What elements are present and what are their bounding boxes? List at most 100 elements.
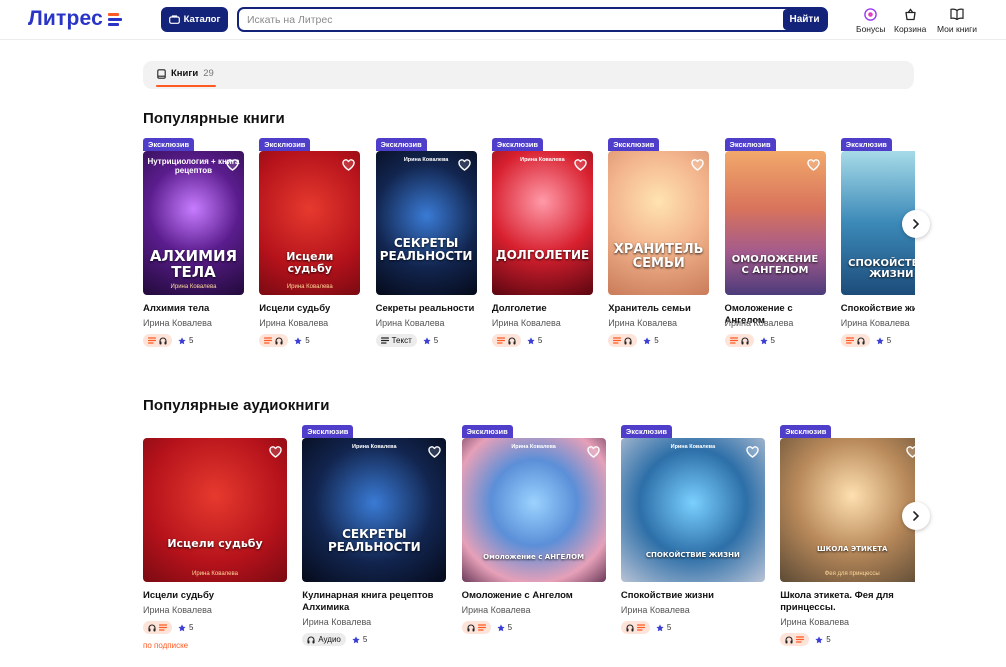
book-cover[interactable]: ОМОЛОЖЕНИЕ С АНГЕЛОМ: [724, 151, 826, 295]
book-author[interactable]: Ирина Ковалева: [302, 617, 371, 627]
star-icon: [178, 623, 186, 631]
book-badges: 5: [143, 334, 193, 347]
book-title[interactable]: Секреты реальности: [376, 303, 487, 315]
book-title[interactable]: Исцели судьбу: [143, 590, 297, 602]
book-cover[interactable]: Ирина Ковалева СПОКОЙСТВИЕ ЖИЗНИ: [620, 438, 765, 582]
book-title[interactable]: Исцели судьбу: [259, 303, 370, 315]
rating-value: 5: [189, 623, 194, 632]
format-badge: [259, 334, 289, 347]
book-title[interactable]: Хранитель семьи: [608, 303, 719, 315]
search-input[interactable]: [239, 9, 785, 30]
book-card[interactable]: Эксклюзив Ирина Ковалева СЕКРЕТЫ РЕАЛЬНОСТ…: [375, 138, 477, 366]
book-author[interactable]: Ирина Ковалева: [608, 318, 677, 328]
heart-icon: [458, 159, 471, 171]
carousel-next-button[interactable]: [902, 210, 930, 238]
book-cover[interactable]: Исцели судьбу Ирина Ковалева: [259, 151, 361, 295]
star-icon: [294, 336, 302, 344]
book-title[interactable]: Спокойствие жизни: [841, 303, 915, 315]
favorite-button[interactable]: [341, 158, 355, 172]
tab-books[interactable]: Книги 29: [157, 68, 214, 79]
book-author[interactable]: Ирина Ковалева: [725, 318, 794, 328]
book-cover[interactable]: Ирина Ковалева СЕКРЕТЫ РЕАЛЬНОСТИ: [302, 438, 447, 582]
book-card[interactable]: Эксклюзив ОМОЛОЖЕНИЕ С АНГЕЛОМ Омоложение …: [724, 138, 826, 366]
book-author[interactable]: Ирина Ковалева: [143, 318, 212, 328]
book-cover[interactable]: ШКОЛА ЭТИКЕТА Фея для принцессы: [780, 438, 915, 582]
book-badges: 5: [780, 633, 831, 646]
book-title[interactable]: Кулинарная книга рецептов Алхимика: [302, 590, 456, 614]
favorite-button[interactable]: [587, 445, 601, 459]
book-title[interactable]: Алхимия тела: [143, 303, 254, 315]
header-bonuses[interactable]: Бонусы: [856, 7, 886, 34]
section-title-popular-books: Популярные книги: [143, 110, 285, 127]
favorite-button[interactable]: [458, 158, 472, 172]
heart-icon: [268, 446, 282, 458]
section-title-popular-audiobooks: Популярные аудиокниги: [143, 397, 330, 414]
cover-image: [491, 151, 593, 295]
book-card[interactable]: Эксклюзив Ирина Ковалева Омоложение с АНГЕ…: [461, 424, 606, 660]
book-title[interactable]: Спокойствие жизни: [621, 590, 775, 602]
book-author[interactable]: Ирина Ковалева: [462, 605, 531, 615]
header-cart[interactable]: Корзина: [894, 7, 926, 34]
cover-title-text: Исцели судьбу: [167, 537, 263, 550]
rating-value: 5: [770, 336, 775, 345]
exclusive-badge: Эксклюзив: [608, 138, 660, 151]
rating: 5: [876, 336, 891, 345]
subscription-note: по подписке: [143, 641, 189, 650]
headphones-icon: [307, 636, 315, 643]
favorite-button[interactable]: [690, 158, 704, 172]
headphones-icon: [159, 337, 167, 344]
cover-top-text: Ирина Ковалева: [352, 444, 397, 450]
star-icon: [496, 623, 505, 631]
header-my-books[interactable]: Мои книги: [937, 7, 977, 34]
favorite-button[interactable]: [268, 445, 282, 459]
favorite-button[interactable]: [746, 445, 760, 459]
favorite-button[interactable]: [225, 158, 239, 172]
cover-title-text: СЕКРЕТЫ РЕАЛЬНОСТИ: [379, 236, 473, 263]
book-card[interactable]: Эксклюзив ХРАНИТЕЛЬ СЕМЬИ Хранитель семьи И…: [608, 138, 710, 366]
book-cover[interactable]: Нутрициология + книга рецептов АЛХИМИЯ ТЕ…: [143, 151, 244, 295]
book-author[interactable]: Ирина Ковалева: [259, 318, 328, 328]
rating: 5: [178, 336, 193, 345]
book-author[interactable]: Ирина Ковалева: [376, 318, 445, 328]
carousel-next-button[interactable]: [902, 502, 930, 530]
book-card[interactable]: Исцели судьбу Ирина Ковалева Исцели судьбу…: [143, 424, 287, 660]
book-title[interactable]: Омоложение с Ангелом: [462, 590, 616, 602]
logo[interactable]: Литрес: [28, 7, 123, 31]
book-badges: 5: [259, 334, 310, 347]
book-card[interactable]: Эксклюзив СПОКОЙСТВИЕ ЖИЗНИ Спокойствие жи…: [840, 138, 915, 366]
book-author[interactable]: Ирина Ковалева: [143, 605, 212, 615]
cover-author-text: Ирина Ковалева: [286, 284, 333, 290]
favorite-button[interactable]: [905, 445, 915, 459]
headphones-icon: [467, 624, 475, 631]
book-card[interactable]: Эксклюзив ШКОЛА ЭТИКЕТА Фея для принцессы Ш…: [780, 424, 915, 660]
book-cover[interactable]: Ирина Ковалева СЕКРЕТЫ РЕАЛЬНОСТИ: [375, 151, 477, 295]
book-cover[interactable]: Ирина Ковалева Омоложение с АНГЕЛОМ: [461, 438, 606, 582]
rating-value: 5: [826, 635, 831, 644]
book-author[interactable]: Ирина Ковалева: [780, 617, 849, 627]
catalog-button[interactable]: Каталог: [161, 7, 228, 32]
format-badge: Аудио: [302, 633, 346, 646]
book-card[interactable]: Эксклюзив Ирина Ковалева ДОЛГОЛЕТИЕ Долголе…: [491, 138, 593, 366]
cover-image: [780, 438, 915, 582]
book-author[interactable]: Ирина Ковалева: [492, 318, 561, 328]
text-format-icon: [264, 337, 273, 344]
book-author[interactable]: Ирина Ковалева: [841, 318, 910, 328]
book-card[interactable]: Эксклюзив Ирина Ковалева СПОКОЙСТВИЕ ЖИЗНИ…: [620, 424, 765, 660]
book-cover[interactable]: Исцели судьбу Ирина Ковалева: [143, 438, 287, 582]
header-cart-label: Корзина: [894, 24, 927, 34]
book-title[interactable]: Школа этикета. Фея для принцессы.: [780, 590, 915, 614]
book-cover[interactable]: ХРАНИТЕЛЬ СЕМЬИ: [608, 151, 710, 295]
cover-title-text: ХРАНИТЕЛЬ СЕМЬИ: [613, 242, 704, 271]
search-button[interactable]: Найти: [783, 9, 826, 30]
rating-value: 5: [666, 623, 672, 632]
book-author[interactable]: Ирина Ковалева: [621, 605, 690, 615]
book-card[interactable]: Эксклюзив Исцели судьбу Ирина Ковалева Исце…: [259, 138, 361, 366]
book-card[interactable]: Эксклюзив Нутрициология + книга рецептов А…: [143, 138, 244, 366]
favorite-button[interactable]: [807, 158, 821, 172]
headphones-icon: [275, 337, 283, 344]
book-card[interactable]: Эксклюзив Ирина Ковалева СЕКРЕТЫ РЕАЛЬНОСТ…: [302, 424, 447, 660]
book-title[interactable]: Долголетие: [492, 303, 603, 315]
favorite-button[interactable]: [574, 158, 588, 172]
book-cover[interactable]: Ирина Ковалева ДОЛГОЛЕТИЕ: [491, 151, 593, 295]
favorite-button[interactable]: [427, 445, 441, 459]
